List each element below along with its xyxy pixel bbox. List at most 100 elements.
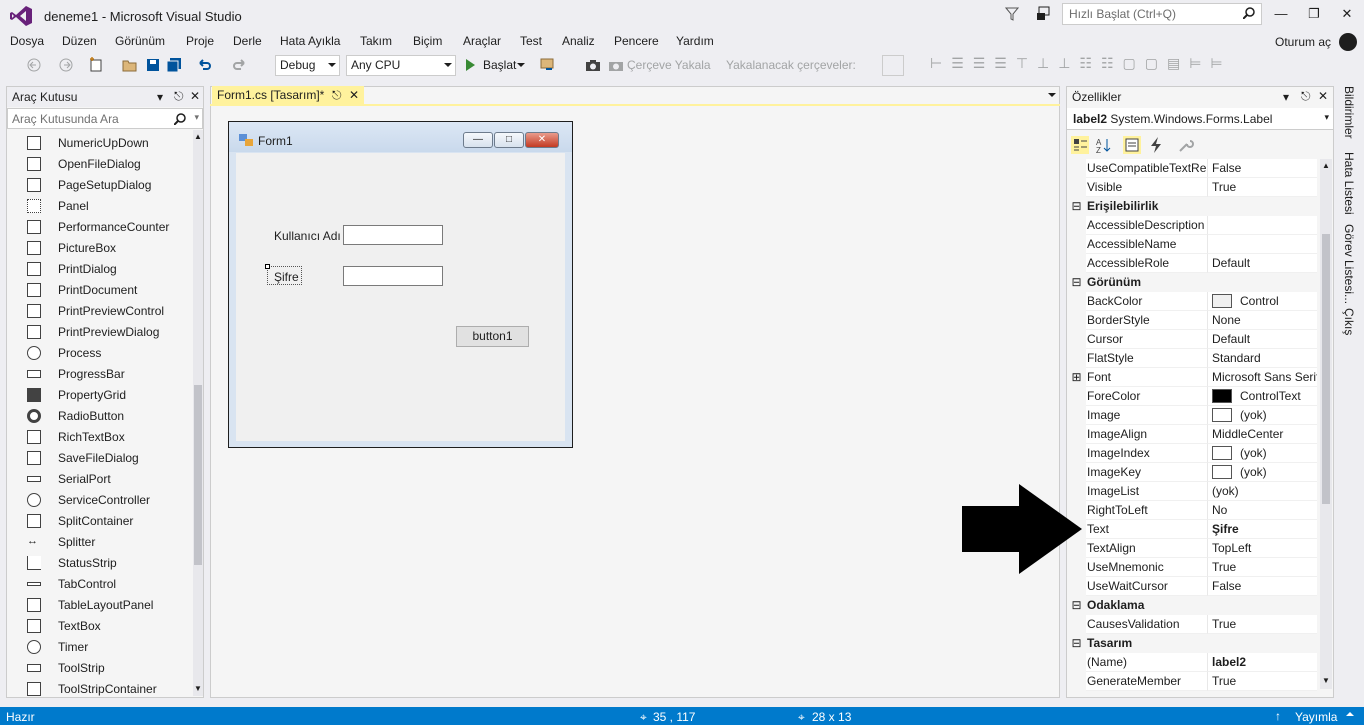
categorized-icon[interactable] xyxy=(1071,136,1089,154)
pin-icon[interactable]: ⎋ xyxy=(332,88,342,103)
collapse-icon[interactable]: ⊟ xyxy=(1067,596,1086,615)
property-row[interactable]: Visible True xyxy=(1067,178,1317,197)
menu-takim[interactable]: Takım xyxy=(360,34,392,48)
toolbox-search-input[interactable]: Araç Kutusunda Ara ▾ xyxy=(7,108,203,129)
restore-icon[interactable]: ❐ xyxy=(1306,6,1322,22)
property-value[interactable]: ControlText xyxy=(1208,387,1317,406)
property-row[interactable]: UseMnemonic True xyxy=(1067,558,1317,577)
save-all-icon[interactable] xyxy=(166,57,182,73)
capture-frame-button[interactable]: Çerçeve Yakala xyxy=(627,58,711,72)
toolbox-item[interactable]: TabControl xyxy=(7,573,191,594)
chevron-down-icon[interactable] xyxy=(1048,93,1056,97)
minimize-icon[interactable]: — xyxy=(1273,6,1289,22)
collapse-icon[interactable]: ⊟ xyxy=(1067,634,1086,653)
toolbox-item[interactable]: PrintPreviewDialog xyxy=(7,321,191,342)
start-button[interactable]: Başlat xyxy=(483,58,516,72)
menu-araclar[interactable]: Araçlar xyxy=(463,34,501,48)
property-value[interactable] xyxy=(1208,235,1317,254)
property-value[interactable]: TopLeft xyxy=(1208,539,1317,558)
property-value[interactable]: Şifre xyxy=(1208,520,1317,539)
play-icon[interactable] xyxy=(464,57,476,73)
toolbox-item[interactable]: RadioButton xyxy=(7,405,191,426)
menu-yardim[interactable]: Yardım xyxy=(676,34,714,48)
browser-link-icon[interactable] xyxy=(540,57,556,73)
capture-frame-icon[interactable] xyxy=(608,57,624,73)
toolbox-item[interactable]: SaveFileDialog xyxy=(7,447,191,468)
property-category[interactable]: ⊟ Tasarım xyxy=(1067,634,1317,653)
property-value[interactable]: True xyxy=(1208,615,1317,634)
property-value[interactable]: False xyxy=(1208,159,1317,178)
toolbox-item[interactable]: Panel xyxy=(7,195,191,216)
property-category[interactable]: ⊟ Görünüm xyxy=(1067,273,1317,292)
property-row[interactable]: ImageIndex (yok) xyxy=(1067,444,1317,463)
forward-icon[interactable] xyxy=(58,57,74,73)
property-category[interactable]: ⊟ Erişilebilirlik xyxy=(1067,197,1317,216)
property-value[interactable]: Microsoft Sans Serif, xyxy=(1208,368,1317,387)
back-icon[interactable] xyxy=(26,57,42,73)
alphabetical-icon[interactable]: AZ xyxy=(1094,136,1112,154)
label-username[interactable]: Kullanıcı Adı xyxy=(274,229,341,243)
redo-icon[interactable] xyxy=(232,57,248,73)
toolbox-item[interactable]: ProgressBar xyxy=(7,363,191,384)
toolbox-item[interactable]: PrintDialog xyxy=(7,258,191,279)
open-file-icon[interactable] xyxy=(122,57,138,73)
label-password-selected[interactable]: Şifre xyxy=(267,266,302,285)
menu-dosya[interactable]: Dosya xyxy=(10,34,44,48)
toolbox-item[interactable]: TextBox xyxy=(7,615,191,636)
property-value[interactable]: (yok) xyxy=(1208,406,1317,425)
quick-launch-input[interactable]: Hızlı Başlat (Ctrl+Q) xyxy=(1062,3,1262,25)
close-icon[interactable]: ✕ xyxy=(349,88,359,102)
property-row[interactable]: ForeColor ControlText xyxy=(1067,387,1317,406)
property-row[interactable]: AccessibleDescription xyxy=(1067,216,1317,235)
property-row[interactable]: BackColor Control xyxy=(1067,292,1317,311)
toolbox-item[interactable]: PrintDocument xyxy=(7,279,191,300)
toolbox-item[interactable]: PropertyGrid xyxy=(7,384,191,405)
save-icon[interactable] xyxy=(145,57,161,73)
toolbox-scrollbar[interactable]: ▲ ▼ xyxy=(193,130,203,696)
property-row[interactable]: AccessibleRole Default xyxy=(1067,254,1317,273)
tab-error-list[interactable]: Hata Listesi xyxy=(1342,152,1356,215)
maximize-icon[interactable]: □ xyxy=(494,132,524,148)
property-value[interactable]: True xyxy=(1208,178,1317,197)
properties-scrollbar[interactable]: ▲ ▼ xyxy=(1320,159,1332,689)
property-row[interactable]: Text Şifre xyxy=(1067,520,1317,539)
menu-test[interactable]: Test xyxy=(520,34,542,48)
properties-icon[interactable] xyxy=(1123,136,1141,154)
toolbox-item[interactable]: Process xyxy=(7,342,191,363)
dropdown-icon[interactable]: ▾ xyxy=(157,90,163,104)
password-textbox[interactable] xyxy=(343,266,443,286)
close-icon[interactable]: ✕ xyxy=(525,132,559,148)
camera-icon[interactable] xyxy=(585,57,601,73)
toolbox-item[interactable]: PrintPreviewControl xyxy=(7,300,191,321)
close-icon[interactable]: ✕ xyxy=(1318,89,1328,103)
property-row[interactable]: ImageAlign MiddleCenter xyxy=(1067,425,1317,444)
property-row[interactable]: FlatStyle Standard xyxy=(1067,349,1317,368)
toolbox-item[interactable]: TableLayoutPanel xyxy=(7,594,191,615)
property-row[interactable]: RightToLeft No xyxy=(1067,501,1317,520)
tab-form1-design[interactable]: Form1.cs [Tasarım]* ⎋ ✕ xyxy=(212,86,364,105)
chevron-up-icon[interactable] xyxy=(1346,712,1354,716)
property-row[interactable]: TextAlign TopLeft xyxy=(1067,539,1317,558)
property-value[interactable]: True xyxy=(1208,558,1317,577)
scroll-down-icon[interactable]: ▼ xyxy=(1322,676,1330,685)
property-row[interactable]: AccessibleName xyxy=(1067,235,1317,254)
undo-icon[interactable] xyxy=(196,57,212,73)
property-row[interactable]: Cursor Default xyxy=(1067,330,1317,349)
property-row[interactable]: UseCompatibleTextRer False xyxy=(1067,159,1317,178)
configuration-select[interactable]: Debug xyxy=(275,55,340,76)
menu-hata-ayikla[interactable]: Hata Ayıkla xyxy=(280,34,340,48)
tab-task-list[interactable]: Görev Listesi... xyxy=(1342,224,1356,304)
scroll-thumb[interactable] xyxy=(1322,234,1330,504)
property-category[interactable]: ⊟ Odaklama xyxy=(1067,596,1317,615)
toolbox-item[interactable]: RichTextBox xyxy=(7,426,191,447)
minimize-icon[interactable]: — xyxy=(463,132,493,148)
button1[interactable]: button1 xyxy=(456,326,529,347)
selection-handle[interactable] xyxy=(265,264,270,269)
menu-proje[interactable]: Proje xyxy=(186,34,214,48)
scroll-up-icon[interactable]: ▲ xyxy=(194,132,202,141)
filter-icon[interactable] xyxy=(1005,6,1019,22)
property-value[interactable]: (yok) xyxy=(1208,463,1317,482)
menu-analiz[interactable]: Analiz xyxy=(562,34,595,48)
toolbox-item[interactable]: ↔ Splitter xyxy=(7,531,191,552)
scroll-thumb[interactable] xyxy=(194,385,202,565)
